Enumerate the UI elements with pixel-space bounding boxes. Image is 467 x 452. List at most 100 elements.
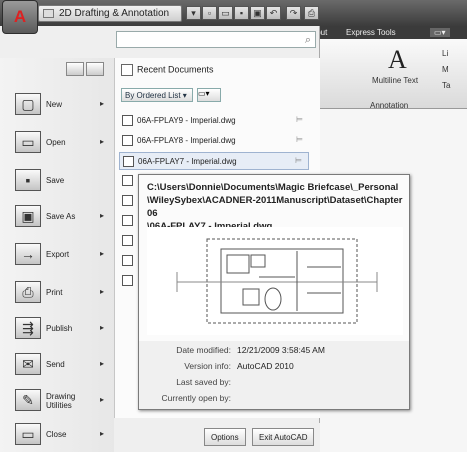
ribbon-panel-label[interactable]: Annotation — [370, 101, 408, 110]
utilities-label: Utilities — [46, 401, 72, 410]
view-options-dropdown[interactable]: ▭▾ — [197, 88, 221, 102]
multiline-text-label[interactable]: Multiline Text — [372, 76, 418, 85]
document-name: 06A-FPLAY9 - Imperial.dwg — [137, 116, 236, 125]
dwg-file-icon — [122, 135, 133, 146]
ribbon-minimize-icon[interactable]: ▭▾ — [430, 28, 450, 37]
currently-open-label: Currently open by: — [161, 393, 231, 403]
chevron-right-icon: ▸ — [100, 211, 105, 220]
drawing-preview-thumbnail — [147, 227, 403, 335]
dwg-file-icon[interactable] — [122, 235, 133, 246]
date-modified-row: Date modified: 12/21/2009 3:58:45 AM — [139, 345, 325, 355]
qat-dropdown-arrow[interactable]: ▾ — [186, 6, 201, 20]
publish-icon: ⇶ — [15, 317, 41, 339]
pin-icon[interactable]: ⊨ — [295, 156, 302, 165]
menu-item-label: Export — [46, 250, 70, 259]
workspace-label: 2D Drafting & Annotation — [59, 8, 170, 19]
autocad-a-icon: A — [13, 7, 27, 26]
chevron-right-icon: ▸ — [100, 429, 105, 438]
new-icon: ▢ — [15, 93, 41, 115]
close-icon: ▭ — [15, 423, 41, 445]
pin-icon[interactable]: ⊨ — [296, 115, 303, 124]
recent-document-item[interactable]: 06A-FPLAY8 - Imperial.dwg ⊨ — [119, 132, 309, 150]
document-tooltip: C:\Users\Donnie\Documents\Magic Briefcas… — [138, 174, 410, 410]
menu-item-send[interactable]: ✉ Send ▸ — [0, 348, 114, 382]
search-input[interactable]: ⌕ — [116, 31, 316, 48]
menu-item-label: Drawing Utilities — [46, 392, 75, 410]
dwg-file-icon[interactable] — [122, 195, 133, 206]
save-icon: ▪ — [15, 169, 41, 191]
recent-documents-icon — [121, 64, 133, 76]
drawing-utilities-icon: ✎ — [15, 389, 41, 411]
menu-item-close[interactable]: ▭ Close ▸ — [0, 418, 114, 452]
large-icon-view-icon[interactable] — [66, 62, 84, 76]
dwg-file-icon — [123, 156, 134, 167]
chevron-right-icon: ▸ — [100, 395, 105, 404]
menu-item-label: New — [46, 100, 63, 109]
menu-item-open[interactable]: ▭ Open ▸ — [0, 126, 114, 160]
menu-item-label: Print — [46, 288, 63, 297]
document-name: 06A-FPLAY8 - Imperial.dwg — [137, 136, 236, 145]
print-icon: ⎙ — [15, 281, 41, 303]
menu-item-label: Save — [46, 176, 65, 185]
menu-item-save[interactable]: ▪ Save — [0, 164, 114, 198]
chevron-right-icon: ▸ — [100, 249, 105, 258]
ordered-list-dropdown[interactable]: By Ordered List ▾ — [121, 88, 193, 102]
save-as-icon[interactable]: ▣ — [250, 6, 265, 20]
ribbon-item-mleader[interactable]: M — [442, 65, 449, 74]
menu-item-label: Send — [46, 360, 65, 369]
recent-documents-label: Recent Documents — [137, 64, 214, 75]
magnifier-icon[interactable]: ⌕ — [305, 34, 311, 47]
tooltip-details: Date modified: 12/21/2009 3:58:45 AM Vers… — [139, 341, 409, 409]
chevron-right-icon: ▸ — [100, 323, 105, 332]
menu-footer: Options Exit AutoCAD — [114, 423, 320, 452]
version-info-label: Version info: — [184, 361, 231, 371]
date-modified-label: Date modified: — [176, 345, 231, 355]
menu-item-label: Close — [46, 430, 67, 439]
menu-item-drawing-utilities[interactable]: ✎ Drawing Utilities ▸ — [0, 384, 114, 418]
small-icon-view-icon[interactable] — [86, 62, 104, 76]
recent-document-item-selected[interactable]: 06A-FPLAY7 - Imperial.dwg ⊨ — [119, 152, 309, 170]
tab-express-tools[interactable]: Express Tools — [346, 28, 396, 37]
application-button[interactable]: A — [2, 0, 38, 34]
drawing-label: Drawing — [46, 392, 76, 401]
new-icon[interactable]: ▫ — [202, 6, 217, 20]
file-path: C:\Users\Donnie\Documents\Magic Briefcas… — [147, 181, 405, 233]
menu-item-export[interactable]: → Export ▸ — [0, 238, 114, 272]
pin-icon[interactable]: ⊨ — [296, 135, 303, 144]
redo-icon[interactable]: ↷ — [286, 6, 301, 20]
last-saved-label: Last saved by: — [176, 377, 231, 387]
plot-icon[interactable]: ⎙ — [304, 6, 319, 20]
document-name: 06A-FPLAY7 - Imperial.dwg — [138, 157, 237, 166]
dwg-file-icon[interactable] — [122, 275, 133, 286]
ordered-list-label: By Ordered List — [125, 91, 181, 100]
recent-document-item[interactable]: 06A-FPLAY9 - Imperial.dwg ⊨ — [119, 112, 309, 130]
open-icon[interactable]: ▭ — [218, 6, 233, 20]
version-info-row: Version info: AutoCAD 2010 — [139, 361, 293, 371]
menu-item-save-as[interactable]: ▣ Save As ▸ — [0, 200, 114, 234]
menu-item-print[interactable]: ⎙ Print ▸ — [0, 276, 114, 310]
exit-autocad-button[interactable]: Exit AutoCAD — [252, 428, 315, 446]
last-saved-row: Last saved by: — [139, 377, 231, 387]
title-bar: 2D Drafting & Annotation ▾ ▫ ▭ ▪ ▣ ↶ ↷ ⎙ — [0, 0, 467, 26]
save-as-icon: ▣ — [15, 205, 41, 227]
undo-icon[interactable]: ↶ — [266, 6, 281, 20]
menu-item-label: Save As — [46, 212, 76, 221]
date-modified-value: 12/21/2009 3:58:45 AM — [237, 345, 325, 355]
workspace-dropdown[interactable]: 2D Drafting & Annotation — [38, 5, 182, 22]
open-folder-icon: ▭ — [15, 131, 41, 153]
chevron-right-icon: ▸ — [100, 99, 105, 108]
save-icon[interactable]: ▪ — [234, 6, 249, 20]
recent-documents-header[interactable]: Recent Documents — [121, 64, 214, 76]
dwg-file-icon[interactable] — [122, 255, 133, 266]
multiline-text-icon[interactable]: A — [388, 45, 407, 75]
dwg-file-icon[interactable] — [122, 175, 133, 186]
options-button[interactable]: Options — [204, 428, 246, 446]
menu-left-column: ▢ New ▸ ▭ Open ▸ ▪ Save ▣ Save As ▸ → Ex… — [0, 58, 114, 452]
dwg-file-icon[interactable] — [122, 215, 133, 226]
menu-item-publish[interactable]: ⇶ Publish ▸ — [0, 312, 114, 346]
ribbon-item-linear[interactable]: Li — [442, 49, 448, 58]
menu-item-new[interactable]: ▢ New ▸ — [0, 88, 114, 122]
export-icon: → — [15, 243, 41, 265]
currently-open-row: Currently open by: — [139, 393, 231, 403]
ribbon-item-table[interactable]: Ta — [442, 81, 450, 90]
